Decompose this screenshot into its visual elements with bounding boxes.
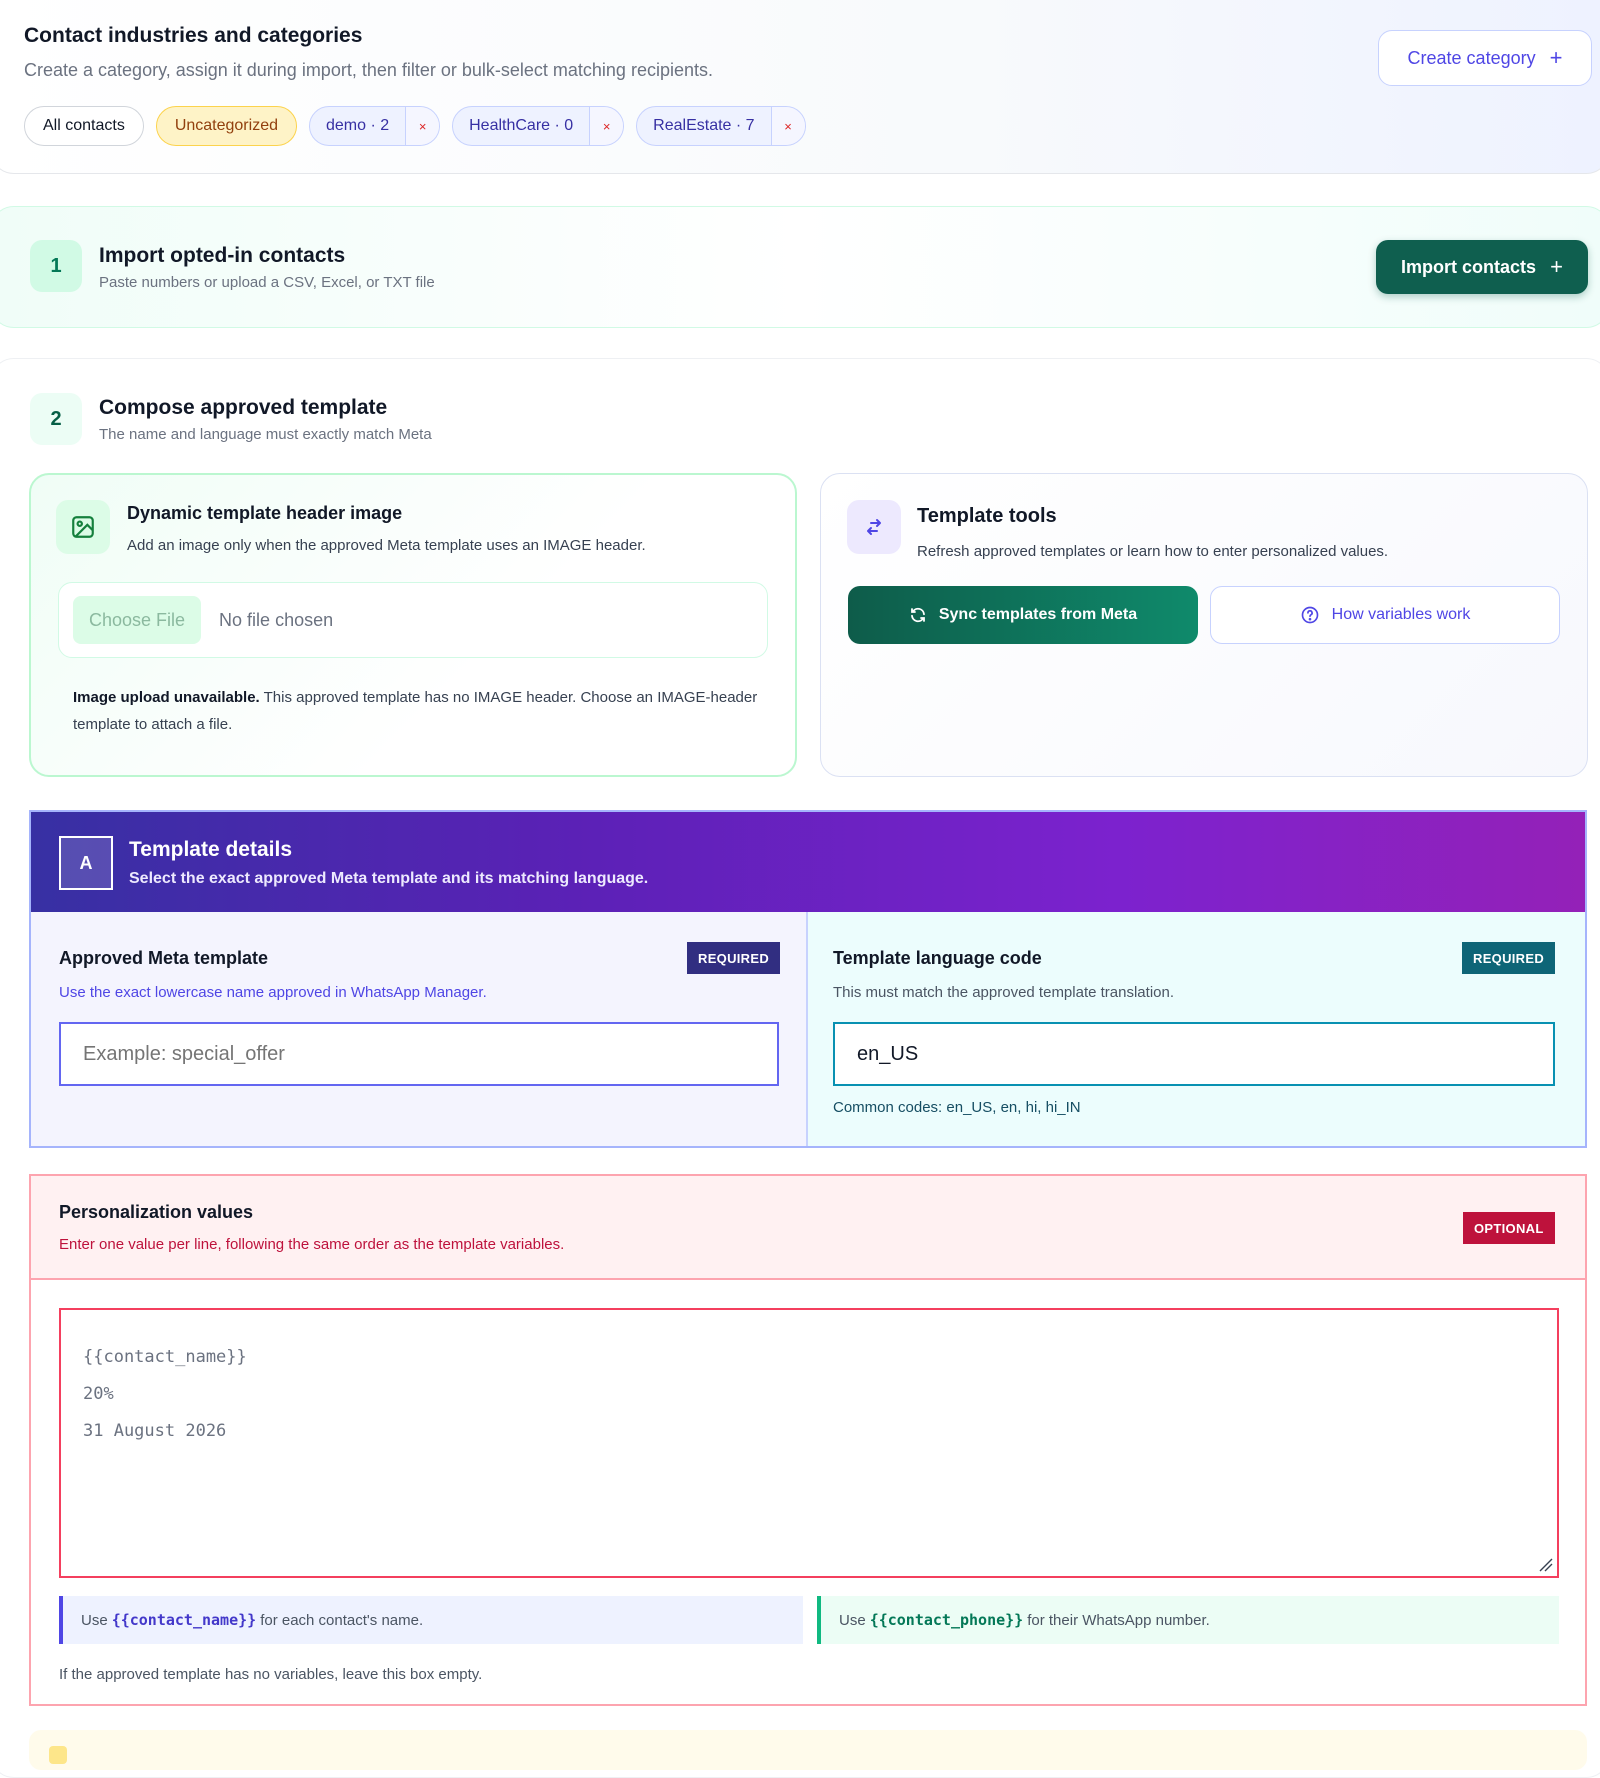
template-details-title: Template details [129, 838, 292, 861]
header-image-file-input[interactable]: Choose File No file chosen [58, 582, 768, 658]
required-badge: REQUIRED [1462, 942, 1556, 974]
how-variables-work-button[interactable]: How variables work [1210, 586, 1560, 644]
chip-label: demo · 2 [325, 117, 390, 134]
image-unavailable-note: Image upload unavailable. This approved … [73, 684, 763, 738]
required-badge: REQUIRED [687, 942, 781, 974]
hint-text: Use [839, 1611, 866, 1629]
import-contacts-button[interactable]: Import contacts + [1376, 240, 1588, 294]
choose-file-button[interactable]: Choose File [73, 596, 202, 644]
chip-label: RealEstate · 7 [653, 117, 755, 134]
step-number-2: 2 [30, 393, 82, 445]
value-line: {{contact_name}} [83, 1346, 247, 1367]
sync-templates-button[interactable]: Sync templates from Meta [848, 586, 1198, 644]
personalization-footer: If the approved template has no variable… [59, 1666, 483, 1683]
category-chips: All contacts Uncategorized demo · 2 × He… [24, 106, 806, 146]
create-category-label: Create category [1407, 47, 1536, 68]
personalization-values-textarea[interactable]: {{contact_name}} 20% 31 August 2026 [59, 1308, 1559, 1578]
step-compose-title: Compose approved template [99, 396, 388, 419]
language-code-input[interactable]: en_US [833, 1022, 1555, 1086]
chip-demo[interactable]: demo · 2 × [308, 106, 441, 146]
hint-text: for each contact's name. [260, 1611, 424, 1629]
chip-all-contacts[interactable]: All contacts [24, 106, 144, 146]
step-import-title: Import opted-in contacts [99, 244, 346, 267]
value-line: 31 August 2026 [83, 1420, 227, 1441]
template-tools-subtitle: Refresh approved templates or learn how … [917, 543, 1389, 560]
categories-title: Contact industries and categories [24, 24, 363, 47]
meta-template-help: Use the exact lowercase name approved in… [59, 984, 487, 1001]
chip-realestate[interactable]: RealEstate · 7 × [636, 106, 806, 146]
contact-name-token: {{contact_name}} [111, 1611, 257, 1629]
create-category-button[interactable]: Create category + [1378, 30, 1592, 86]
refresh-icon [910, 607, 925, 623]
template-details-section: A Template details Select the exact appr… [29, 810, 1587, 1148]
language-column: Template language code REQUIRED This mus… [808, 912, 1585, 1146]
language-help: This must match the approved template tr… [833, 984, 1175, 1001]
personalization-header: Personalization values Enter one value p… [31, 1176, 1585, 1280]
chip-uncategorized[interactable]: Uncategorized [155, 106, 297, 146]
remove-demo-button[interactable]: × [405, 107, 440, 145]
header-image-title: Dynamic template header image [127, 503, 403, 523]
image-unavailable-bold: Image upload unavailable. [73, 689, 260, 706]
categories-subtitle: Create a category, assign it during impo… [24, 60, 713, 80]
plus-icon: + [1550, 254, 1563, 279]
hint-text: for their WhatsApp number. [1027, 1611, 1210, 1629]
personalization-title: Personalization values [59, 1202, 254, 1222]
personalization-section: Personalization values Enter one value p… [29, 1174, 1587, 1706]
file-status: No file chosen [219, 609, 334, 630]
section-icon [49, 1746, 67, 1764]
language-label: Template language code [833, 948, 1042, 968]
optional-badge: OPTIONAL [1463, 1212, 1555, 1244]
step-import-subtitle: Paste numbers or upload a CSV, Excel, or… [99, 274, 435, 291]
image-icon [56, 500, 110, 554]
how-variables-work-label: How variables work [1331, 606, 1471, 623]
section-letter-badge: A [59, 836, 113, 890]
language-code-value: en_US [857, 1042, 919, 1065]
template-details-subtitle: Select the exact approved Meta template … [129, 870, 649, 887]
meta-template-input[interactable] [59, 1022, 779, 1086]
contact-name-hint: Use {{contact_name}} for each contact's … [59, 1596, 803, 1644]
chip-healthcare[interactable]: HealthCare · 0 × [452, 106, 625, 146]
resize-handle-icon[interactable] [1537, 1556, 1553, 1572]
template-tools-title: Template tools [917, 505, 1057, 527]
contact-phone-hint: Use {{contact_phone}} for their WhatsApp… [817, 1596, 1559, 1644]
remove-realestate-button[interactable]: × [770, 107, 805, 145]
personalization-subtitle: Enter one value per line, following the … [59, 1236, 565, 1253]
swap-arrows-icon [847, 500, 901, 554]
hint-text: Use [81, 1611, 108, 1629]
chip-label: HealthCare · 0 [469, 117, 574, 134]
import-contacts-label: Import contacts [1401, 256, 1537, 277]
contact-phone-token: {{contact_phone}} [869, 1611, 1024, 1629]
plus-icon: + [1549, 45, 1563, 70]
next-section-card [29, 1730, 1587, 1770]
value-line: 20% [83, 1383, 114, 1404]
meta-template-label: Approved Meta template [59, 948, 269, 968]
remove-healthcare-button[interactable]: × [589, 107, 624, 145]
common-codes-note: Common codes: en_US, en, hi, hi_IN [833, 1099, 1081, 1116]
template-details-header: A Template details Select the exact appr… [31, 812, 1585, 912]
meta-template-column: Approved Meta template REQUIRED Use the … [31, 912, 808, 1146]
step-number-1: 1 [30, 240, 82, 292]
sync-templates-label: Sync templates from Meta [938, 606, 1138, 623]
help-circle-icon [1301, 606, 1318, 624]
header-image-subtitle: Add an image only when the approved Meta… [127, 537, 646, 554]
step-compose-subtitle: The name and language must exactly match… [99, 426, 432, 443]
